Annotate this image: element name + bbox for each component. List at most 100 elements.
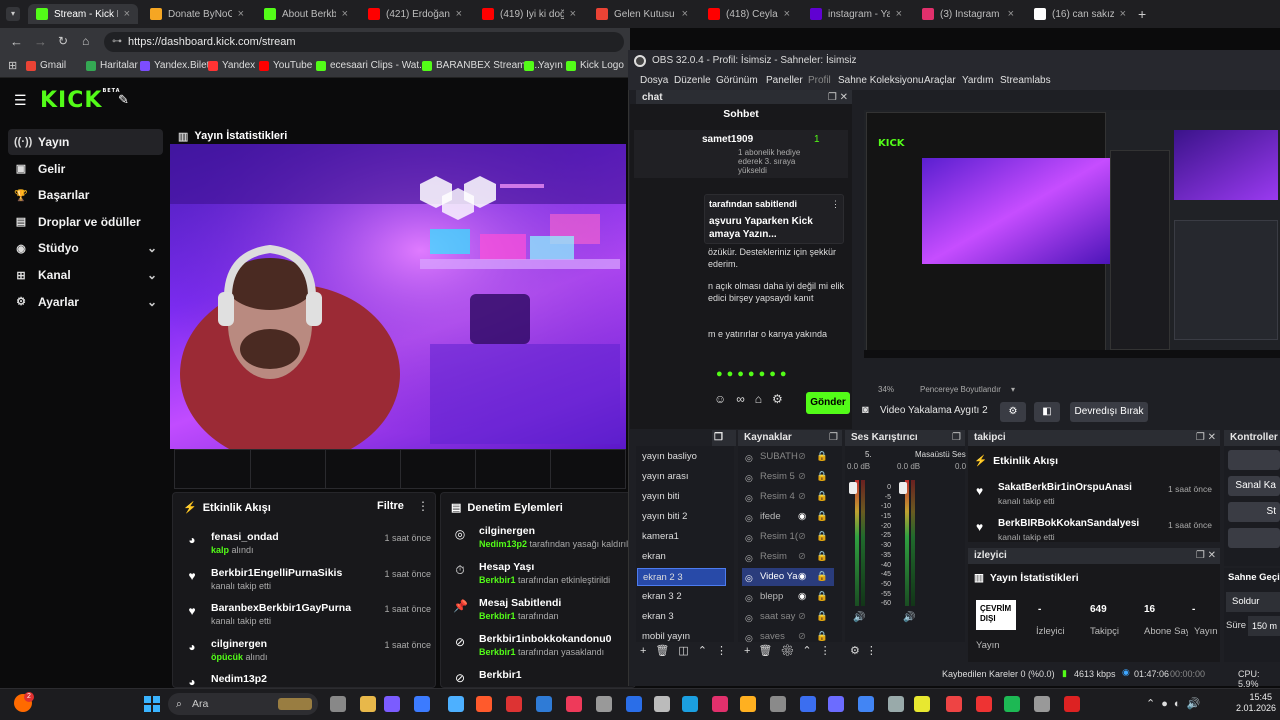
- obs-menu-item[interactable]: Görünüm: [716, 75, 758, 86]
- browser-tab[interactable]: Donate ByNoGam ×: [142, 4, 252, 24]
- scenes-dock-header[interactable]: ❐: [712, 430, 736, 446]
- taskbar-app-icon[interactable]: [1064, 696, 1080, 712]
- source-item[interactable]: ◎ Video Ya ◉ 🔒: [742, 568, 834, 586]
- taskbar-app-icon[interactable]: [476, 696, 492, 712]
- tray-icons[interactable]: ⌃●◐🔊: [1146, 697, 1206, 710]
- obs-menu-item[interactable]: Streamlabs: [1000, 75, 1051, 86]
- taskbar-app-icon[interactable]: [360, 696, 376, 712]
- mixer-fader[interactable]: [899, 482, 907, 494]
- mixer-toolbar[interactable]: ⚙⋮: [850, 644, 960, 657]
- lock-icon[interactable]: 🔒: [816, 608, 828, 626]
- scene-item[interactable]: ekran 2 3: [637, 568, 726, 586]
- transition-type-select[interactable]: Soldur: [1226, 592, 1280, 612]
- volume-icon[interactable]: 🔊: [903, 612, 915, 623]
- sidebar-item[interactable]: ⚙ Ayarlar ⌄: [8, 289, 163, 315]
- taskbar-app-icon[interactable]: [800, 696, 816, 712]
- source-properties-button[interactable]: ⚙: [1000, 402, 1026, 422]
- lock-icon[interactable]: 🔒: [816, 568, 828, 586]
- browser-tab[interactable]: (421) Erdoğan'da ×: [360, 4, 470, 24]
- browser-tab[interactable]: Stream - Kick Dash ×: [28, 4, 138, 24]
- control-button[interactable]: St: [1228, 502, 1280, 522]
- lock-icon[interactable]: 🔒: [816, 468, 828, 486]
- tab-close-icon[interactable]: ×: [342, 8, 348, 20]
- sources-dock-buttons[interactable]: ❐: [829, 430, 838, 446]
- activity-filter-button[interactable]: Filtre: [377, 500, 404, 512]
- source-filters-button[interactable]: ◧: [1034, 402, 1060, 422]
- tab-close-icon[interactable]: ×: [456, 8, 462, 20]
- eye-off-icon[interactable]: ⊘: [798, 468, 806, 486]
- taskbar-app-icon[interactable]: [330, 696, 346, 712]
- mixer-fader[interactable]: [849, 482, 857, 494]
- tab-close-icon[interactable]: ×: [570, 8, 576, 20]
- obs-menu-item[interactable]: Profil: [808, 75, 831, 86]
- source-toolbar[interactable]: +🗑⚙⌃⋮: [744, 644, 840, 657]
- control-button[interactable]: Sanal Ka: [1228, 476, 1280, 496]
- bookmark-item[interactable]: YouTube: [259, 60, 312, 71]
- browser-tab[interactable]: (419) İyi ki doğdu ×: [474, 4, 584, 24]
- scene-item[interactable]: ekran 3 2: [637, 588, 726, 606]
- obs-menu-item[interactable]: Araçlar: [924, 75, 956, 86]
- volume-icon[interactable]: 🔊: [853, 612, 865, 623]
- apps-grid-icon[interactable]: ⊞: [8, 59, 17, 72]
- taskbar-app-icon[interactable]: [654, 696, 670, 712]
- home-icon[interactable]: ⌂: [82, 34, 89, 48]
- source-item[interactable]: ◎ Resim 5 ⊘ 🔒: [742, 468, 834, 486]
- back-icon[interactable]: ←: [10, 34, 23, 49]
- source-item[interactable]: ◎ saat say ⊘ 🔒: [742, 608, 834, 626]
- taskbar-app-icon[interactable]: [976, 696, 992, 712]
- activity-more-icon[interactable]: ⋮: [417, 499, 429, 513]
- bookmark-item[interactable]: Kick Logo: [566, 60, 624, 71]
- obs-menu-item[interactable]: Sahne Koleksiyonu: [838, 75, 924, 86]
- taskbar-app-icon[interactable]: [536, 696, 552, 712]
- lock-icon[interactable]: 🔒: [816, 588, 828, 606]
- follow-dock-buttons[interactable]: ❐ ✕: [1196, 430, 1216, 446]
- bookmark-item[interactable]: Yandex.Bilet: [140, 60, 209, 71]
- lock-icon[interactable]: 🔒: [816, 448, 828, 466]
- scene-item[interactable]: ekran: [637, 548, 726, 566]
- scene-toolbar[interactable]: +🗑◫⌃⋮: [640, 644, 736, 657]
- taskbar-app-icon[interactable]: [770, 696, 786, 712]
- taskbar-app-icon[interactable]: [712, 696, 728, 712]
- tab-close-icon[interactable]: ×: [1120, 8, 1126, 20]
- sidebar-item[interactable]: ▣ Gelir: [8, 156, 163, 182]
- eye-off-icon[interactable]: ⊘: [798, 608, 806, 626]
- source-item[interactable]: ◎ ifede ◉ 🔒: [742, 508, 834, 526]
- lock-icon[interactable]: 🔒: [816, 508, 828, 526]
- reload-icon[interactable]: ↻: [58, 34, 68, 48]
- taskbar-app-icon[interactable]: [414, 696, 430, 712]
- lock-icon[interactable]: 🔒: [816, 548, 828, 566]
- obs-menu-item[interactable]: Yardım: [962, 75, 994, 86]
- tab-close-icon[interactable]: ×: [238, 8, 244, 20]
- taskbar-app-icon[interactable]: [858, 696, 874, 712]
- fit-dropdown-icon[interactable]: ▾: [1011, 385, 1015, 394]
- mixer-dock-buttons[interactable]: ❐: [952, 430, 961, 446]
- taskbar-app-icon[interactable]: [596, 696, 612, 712]
- eye-off-icon[interactable]: ⊘: [798, 448, 806, 466]
- site-info-icon[interactable]: ⊶: [112, 32, 122, 52]
- tab-close-icon[interactable]: ×: [682, 8, 688, 20]
- taskbar-search[interactable]: ⌕ Ara: [168, 693, 318, 715]
- kick-logo[interactable]: KICKBETA: [40, 88, 121, 113]
- lock-icon[interactable]: 🔒: [816, 488, 828, 506]
- eye-icon[interactable]: ◉: [798, 568, 806, 586]
- chat-send-button[interactable]: Gönder: [806, 392, 850, 414]
- obs-menu-item[interactable]: Paneller: [766, 75, 803, 86]
- bookmark-item[interactable]: Gmail: [26, 60, 66, 71]
- taskbar-app-icon[interactable]: [740, 696, 756, 712]
- scene-item[interactable]: kamera1: [637, 528, 726, 546]
- sidebar-item[interactable]: ▤ Droplar ve ödüller: [8, 209, 163, 235]
- browser-tab[interactable]: (418) Ceylan - An ×: [700, 4, 798, 24]
- browser-tab[interactable]: instagram - Yahoo ×: [802, 4, 910, 24]
- sidebar-item[interactable]: ((·)) Yayın: [8, 129, 163, 155]
- sidebar-item[interactable]: ⊞ Kanal ⌄: [8, 262, 163, 288]
- preview-fit[interactable]: Pencereye Boyutlandır: [920, 385, 1001, 394]
- scene-item[interactable]: yayın basliyo: [637, 448, 726, 466]
- browser-tab[interactable]: About Berkbir1 - ×: [256, 4, 356, 24]
- taskbar-app-icon[interactable]: [1004, 696, 1020, 712]
- taskbar-app-icon[interactable]: [566, 696, 582, 712]
- bookmark-item[interactable]: BARANBEX Stream -...: [422, 60, 540, 71]
- eye-icon[interactable]: ◉: [798, 508, 806, 526]
- control-button[interactable]: [1228, 528, 1280, 548]
- bookmark-item[interactable]: ecesaari Clips - Wat...: [316, 60, 427, 71]
- deactivate-button[interactable]: Devredışı Bırak: [1070, 402, 1148, 422]
